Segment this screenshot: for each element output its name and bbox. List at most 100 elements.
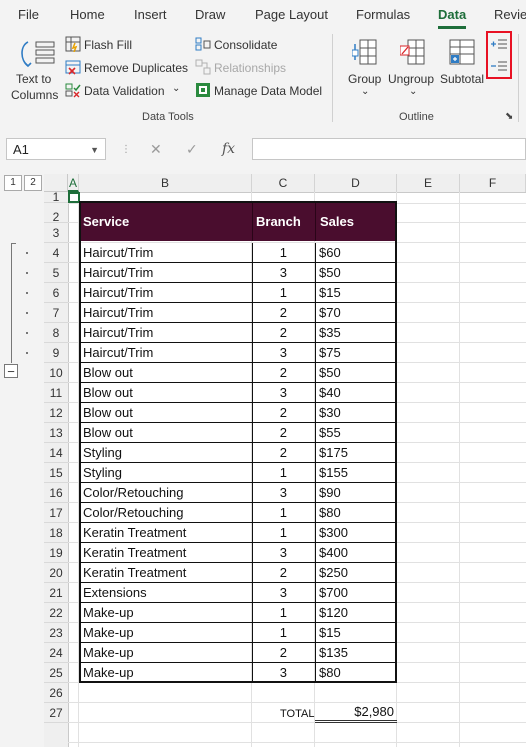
formula-input[interactable] xyxy=(252,138,526,160)
cell-service[interactable]: Keratin Treatment xyxy=(79,523,252,543)
cell-service[interactable]: Color/Retouching xyxy=(79,483,252,503)
relationships-button[interactable]: Relationships xyxy=(214,61,286,75)
cell-branch[interactable]: 2 xyxy=(252,363,315,383)
flash-fill-button[interactable]: Flash Fill xyxy=(84,38,132,52)
cell-branch[interactable]: 3 xyxy=(252,483,315,503)
outline-dialog-launcher-icon[interactable]: ⬊ xyxy=(505,111,513,122)
cell-service[interactable]: Haircut/Trim xyxy=(79,323,252,343)
cell-service[interactable]: Blow out xyxy=(79,383,252,403)
row-header[interactable]: 9 xyxy=(44,343,68,363)
cell-branch[interactable]: 1 xyxy=(252,283,315,303)
row-header[interactable]: 22 xyxy=(44,603,68,623)
tab-review[interactable]: Revie xyxy=(494,7,526,22)
row-header[interactable]: 1 xyxy=(44,191,68,203)
cell-sales[interactable]: $50 xyxy=(315,363,397,383)
cell-service[interactable]: Extensions xyxy=(79,583,252,603)
row-header[interactable]: 6 xyxy=(44,283,68,303)
row-header[interactable]: 23 xyxy=(44,623,68,643)
cell-sales[interactable]: $400 xyxy=(315,543,397,563)
name-box-dropdown-icon[interactable]: ▼ xyxy=(90,139,99,161)
row-header[interactable]: 4 xyxy=(44,243,68,263)
row-header[interactable]: 3 xyxy=(44,223,68,243)
row-header[interactable]: 24 xyxy=(44,643,68,663)
cancel-icon[interactable]: ✕ xyxy=(150,141,162,158)
row-header[interactable]: 18 xyxy=(44,523,68,543)
column-header-a[interactable]: A xyxy=(68,174,79,192)
manage-data-model-button[interactable]: Manage Data Model xyxy=(214,84,322,98)
column-header-e[interactable]: E xyxy=(397,174,460,192)
cell-sales[interactable]: $55 xyxy=(315,423,397,443)
cell-service[interactable]: Blow out xyxy=(79,403,252,423)
cell-service[interactable]: Haircut/Trim xyxy=(79,343,252,363)
remove-duplicates-button[interactable]: Remove Duplicates xyxy=(84,61,188,75)
cell-branch[interactable]: 2 xyxy=(252,303,315,323)
cell-sales[interactable]: $40 xyxy=(315,383,397,403)
tab-data[interactable]: Data xyxy=(438,7,466,22)
column-header-c[interactable]: C xyxy=(252,174,315,192)
cell-sales[interactable]: $250 xyxy=(315,563,397,583)
cell-branch[interactable]: 1 xyxy=(252,623,315,643)
cell-sales[interactable]: $75 xyxy=(315,343,397,363)
tab-formulas[interactable]: Formulas xyxy=(356,7,410,22)
cell-sales[interactable]: $135 xyxy=(315,643,397,663)
cell-sales[interactable]: $300 xyxy=(315,523,397,543)
row-header[interactable]: 25 xyxy=(44,663,68,683)
row-header[interactable]: 2 xyxy=(44,203,68,224)
cell-branch[interactable]: 3 xyxy=(252,583,315,603)
cell-service[interactable]: Make-up xyxy=(79,643,252,663)
cell-service[interactable]: Make-up xyxy=(79,663,252,683)
outline-level-2-button[interactable]: 2 xyxy=(24,175,42,191)
cell-service[interactable]: Styling xyxy=(79,463,252,483)
cell-sales[interactable]: $70 xyxy=(315,303,397,323)
cell-branch[interactable]: 2 xyxy=(252,443,315,463)
cell-service[interactable]: Keratin Treatment xyxy=(79,563,252,583)
cell-sales[interactable]: $15 xyxy=(315,623,397,643)
cell-branch[interactable]: 1 xyxy=(252,503,315,523)
cell-branch[interactable]: 3 xyxy=(252,663,315,683)
total-value[interactable]: $2,980 xyxy=(315,704,397,723)
cell-service[interactable]: Blow out xyxy=(79,363,252,383)
cell-service[interactable]: Make-up xyxy=(79,623,252,643)
row-header[interactable]: 26 xyxy=(44,683,68,703)
cell-sales[interactable]: $60 xyxy=(315,243,397,263)
tab-insert[interactable]: Insert xyxy=(134,7,167,22)
row-header[interactable]: 16 xyxy=(44,483,68,503)
cell-service[interactable]: Keratin Treatment xyxy=(79,543,252,563)
row-header[interactable]: 27 xyxy=(44,703,68,723)
subtotal-button[interactable]: Subtotal xyxy=(438,34,488,108)
cell-branch[interactable]: 2 xyxy=(252,423,315,443)
text-to-columns-button[interactable]: Text to Columns xyxy=(6,34,64,108)
row-header[interactable]: 12 xyxy=(44,403,68,423)
insert-function-icon[interactable]: fx xyxy=(222,141,235,157)
row-header[interactable]: 13 xyxy=(44,423,68,443)
cell-branch[interactable]: 3 xyxy=(252,343,315,363)
tab-file[interactable]: File xyxy=(18,7,39,22)
data-validation-button[interactable]: Data Validation xyxy=(84,84,165,98)
tab-home[interactable]: Home xyxy=(70,7,105,22)
column-header-f[interactable]: F xyxy=(460,174,526,192)
cell-branch[interactable]: 2 xyxy=(252,643,315,663)
consolidate-button[interactable]: Consolidate xyxy=(214,38,277,52)
column-header-d[interactable]: D xyxy=(315,174,397,192)
cell-branch[interactable]: 2 xyxy=(252,403,315,423)
outline-level-1-button[interactable]: 1 xyxy=(4,175,22,191)
cell-sales[interactable]: $35 xyxy=(315,323,397,343)
cell-service[interactable]: Styling xyxy=(79,443,252,463)
cell-branch[interactable]: 1 xyxy=(252,243,315,263)
row-header[interactable]: 15 xyxy=(44,463,68,483)
cell-sales[interactable]: $90 xyxy=(315,483,397,503)
cell-sales[interactable]: $700 xyxy=(315,583,397,603)
cell-branch[interactable]: 2 xyxy=(252,563,315,583)
row-header[interactable]: 20 xyxy=(44,563,68,583)
cell-sales[interactable]: $80 xyxy=(315,663,397,683)
cell-sales[interactable]: $15 xyxy=(315,283,397,303)
cell-sales[interactable]: $80 xyxy=(315,503,397,523)
cell-sales[interactable]: $175 xyxy=(315,443,397,463)
cell-branch[interactable]: 2 xyxy=(252,323,315,343)
cell-branch[interactable]: 3 xyxy=(252,383,315,403)
cell-sales[interactable]: $30 xyxy=(315,403,397,423)
row-header[interactable]: 5 xyxy=(44,263,68,283)
cell-sales[interactable]: $120 xyxy=(315,603,397,623)
cell-branch[interactable]: 1 xyxy=(252,603,315,623)
row-header[interactable]: 7 xyxy=(44,303,68,323)
